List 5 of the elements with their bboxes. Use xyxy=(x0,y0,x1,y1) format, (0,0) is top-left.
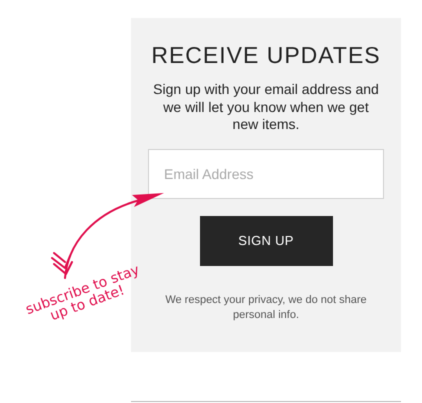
signup-description: Sign up with your email address and we will let you know when we get new items. xyxy=(153,81,379,134)
sign-up-button[interactable]: SIGN UP xyxy=(200,216,332,266)
panel-title: RECEIVE UPDATES xyxy=(151,42,381,69)
privacy-note: We respect your privacy, we do not share personal info. xyxy=(164,292,368,322)
email-field[interactable]: Email Address xyxy=(148,148,384,198)
